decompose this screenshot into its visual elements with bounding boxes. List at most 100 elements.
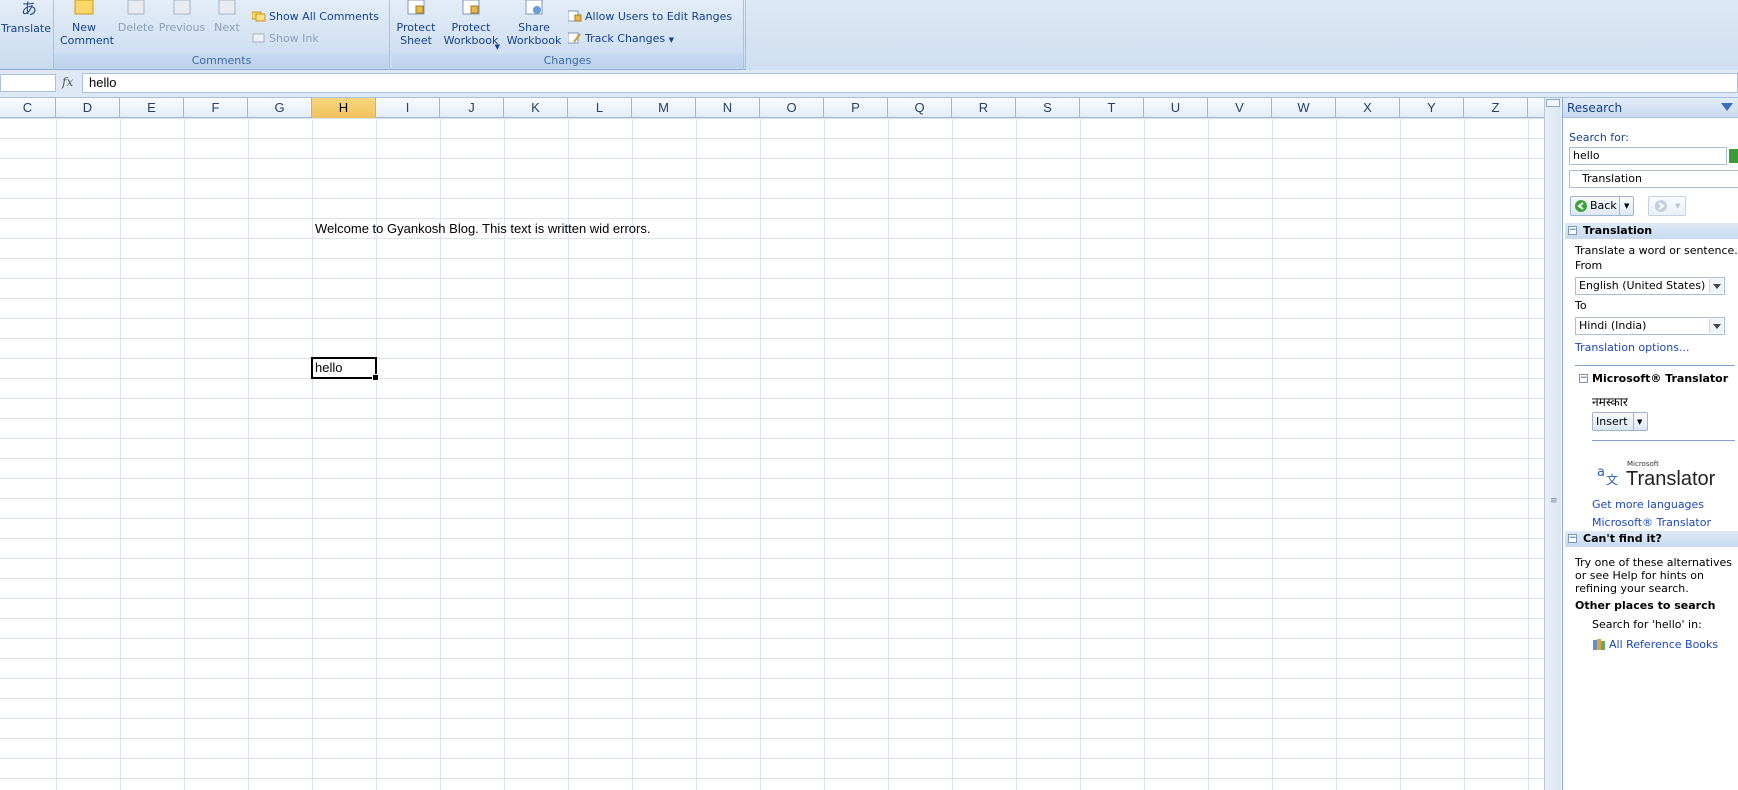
worksheet: C D E F G H I J K L M N O P Q R S T U V … xyxy=(0,98,1544,790)
column-header-S[interactable]: S xyxy=(1016,98,1080,118)
active-cell-H11[interactable]: hello xyxy=(311,357,379,381)
pane-options-icon[interactable] xyxy=(1721,103,1733,111)
research-service-select[interactable]: Translation xyxy=(1569,170,1738,188)
column-header-W[interactable]: W xyxy=(1272,98,1336,118)
new-comment-button[interactable]: New Comment xyxy=(60,0,114,47)
translator-logo-icon: a 文 xyxy=(1597,465,1618,486)
research-service-value: Translation xyxy=(1582,172,1642,185)
cell-grid[interactable] xyxy=(0,118,1544,790)
translation-section-title: Translation xyxy=(1583,224,1653,237)
column-header-F[interactable]: F xyxy=(184,98,248,118)
track-changes-dropdown-icon: ▼ xyxy=(668,36,675,44)
search-input[interactable]: hello xyxy=(1569,147,1727,165)
column-header-L[interactable]: L xyxy=(568,98,632,118)
column-header-I[interactable]: I xyxy=(376,98,440,118)
column-header-Q[interactable]: Q xyxy=(888,98,952,118)
protect-workbook-dropdown-icon: ▼ xyxy=(494,43,500,51)
svg-text:a: a xyxy=(1597,465,1605,480)
split-box[interactable] xyxy=(1546,99,1560,107)
svg-text:文: 文 xyxy=(1606,472,1618,486)
allow-users-edit-ranges-button[interactable]: Allow Users to Edit Ranges xyxy=(568,10,732,24)
translation-section-header[interactable]: − Translation xyxy=(1565,223,1738,239)
column-header-Z[interactable]: Z xyxy=(1464,98,1528,118)
column-header-U[interactable]: U xyxy=(1144,98,1208,118)
ms-translator-link[interactable]: Microsoft® Translator xyxy=(1592,516,1711,529)
column-header-V[interactable]: V xyxy=(1208,98,1272,118)
collapse-icon[interactable]: − xyxy=(1568,534,1577,543)
column-header-E[interactable]: E xyxy=(120,98,184,118)
back-dropdown-icon[interactable]: ▼ xyxy=(1624,197,1629,215)
logo-translator-text: Translator xyxy=(1626,468,1716,490)
previous-comment-button[interactable]: Previous xyxy=(158,0,206,34)
cant-find-section-header[interactable]: − Can't find it? xyxy=(1565,531,1738,547)
column-header-D[interactable]: D xyxy=(56,98,120,118)
column-header-N[interactable]: N xyxy=(696,98,760,118)
pane-resize-grip-icon[interactable]: ≡ xyxy=(1550,496,1558,506)
protect-sheet-label: Protect Sheet xyxy=(396,21,436,47)
column-header-T[interactable]: T xyxy=(1080,98,1144,118)
forward-button[interactable]: ▼ xyxy=(1648,196,1686,216)
get-more-languages-link[interactable]: Get more languages xyxy=(1592,498,1704,511)
forward-dropdown-icon[interactable]: ▼ xyxy=(1675,197,1680,215)
reference-books-icon xyxy=(1593,639,1605,650)
track-changes-label: Track Changes xyxy=(585,32,666,45)
translation-options-link[interactable]: Translation options... xyxy=(1575,341,1689,354)
show-all-comments-button[interactable]: Show All Comments xyxy=(252,10,379,24)
separator xyxy=(1592,440,1735,441)
show-all-comments-label: Show All Comments xyxy=(269,10,379,23)
next-comment-icon xyxy=(218,0,236,15)
start-search-icon[interactable] xyxy=(1729,149,1738,163)
back-label: Back xyxy=(1590,199,1617,212)
column-header-C[interactable]: C xyxy=(0,98,56,118)
all-reference-books-link[interactable]: All Reference Books xyxy=(1609,638,1718,651)
column-header-P[interactable]: P xyxy=(824,98,888,118)
separator xyxy=(1575,365,1735,366)
column-header-O[interactable]: O xyxy=(760,98,824,118)
back-arrow-icon xyxy=(1575,200,1587,212)
ms-translator-collapse-icon[interactable]: − xyxy=(1579,374,1588,383)
translated-word[interactable]: नमस्कार xyxy=(1592,393,1628,410)
to-language-select[interactable]: Hindi (India) xyxy=(1575,317,1725,335)
column-header-J[interactable]: J xyxy=(440,98,504,118)
other-places-heading: Other places to search xyxy=(1575,599,1716,612)
from-dropdown-icon[interactable] xyxy=(1709,279,1723,293)
next-comment-button[interactable]: Next xyxy=(210,0,244,34)
cell-H6-text[interactable]: Welcome to Gyankosh Blog. This text is w… xyxy=(315,220,650,238)
share-workbook-button[interactable]: Share Workbook xyxy=(506,0,562,47)
back-button[interactable]: Back ▼ xyxy=(1570,196,1634,216)
forward-arrow-icon xyxy=(1655,200,1667,212)
insert-function-icon[interactable]: fx xyxy=(62,75,73,89)
translate-hint: Translate a word or sentence. xyxy=(1575,244,1738,257)
to-language-value: Hindi (India) xyxy=(1579,319,1647,332)
ms-translator-section-title: Microsoft® Translator xyxy=(1592,372,1729,385)
column-header-M[interactable]: M xyxy=(632,98,696,118)
column-header-G[interactable]: G xyxy=(248,98,312,118)
column-header-K[interactable]: K xyxy=(504,98,568,118)
insert-dropdown-icon[interactable]: ▼ xyxy=(1637,413,1642,431)
from-label: From xyxy=(1575,259,1603,272)
column-headers: C D E F G H I J K L M N O P Q R S T U V … xyxy=(0,98,1544,118)
column-header-H[interactable]: H xyxy=(312,98,376,118)
formula-bar: fx hello xyxy=(0,70,1738,98)
new-comment-icon xyxy=(74,0,94,15)
column-header-X[interactable]: X xyxy=(1336,98,1400,118)
delete-comment-button[interactable]: Delete xyxy=(116,0,156,34)
collapse-icon[interactable]: − xyxy=(1568,226,1577,235)
share-workbook-icon xyxy=(525,0,543,15)
column-header-Y[interactable]: Y xyxy=(1400,98,1464,118)
protect-workbook-button[interactable]: Protect Workbook ▼ xyxy=(438,0,504,51)
show-ink-button[interactable]: Show Ink xyxy=(252,32,319,46)
formula-input[interactable]: hello xyxy=(82,73,1738,93)
track-changes-button[interactable]: Track Changes ▼ xyxy=(568,32,674,47)
to-dropdown-icon[interactable] xyxy=(1709,319,1723,333)
insert-button[interactable]: Insert ▼ xyxy=(1592,412,1648,431)
from-language-select[interactable]: English (United States) xyxy=(1575,277,1725,295)
protect-sheet-button[interactable]: Protect Sheet xyxy=(396,0,436,47)
microsoft-translator-logo: a 文 Microsoft Translator xyxy=(1597,460,1737,490)
previous-comment-icon xyxy=(173,0,191,15)
vertical-scrollbar[interactable]: ≡ xyxy=(1544,98,1561,790)
column-header-R[interactable]: R xyxy=(952,98,1016,118)
next-label: Next xyxy=(214,21,240,34)
name-box[interactable] xyxy=(0,74,56,92)
track-changes-icon xyxy=(568,32,581,44)
